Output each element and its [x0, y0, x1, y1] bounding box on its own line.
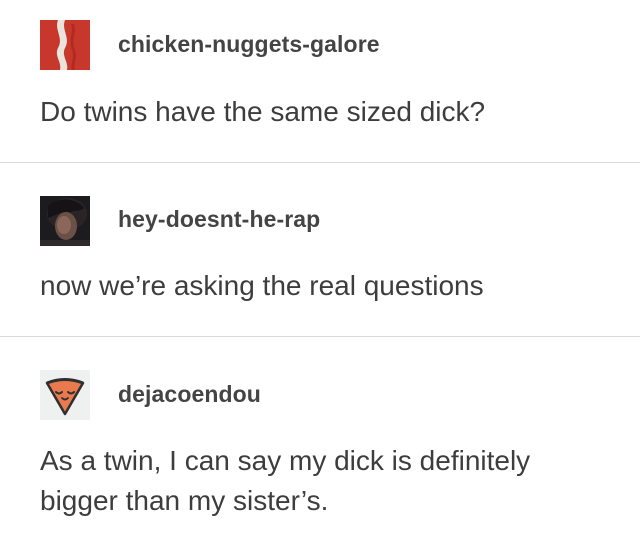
- post-text: As a twin, I can say my dick is definite…: [40, 445, 531, 516]
- post-text: now we’re asking the real questions: [40, 270, 484, 301]
- post-dejacoendou: dejacoendou As a twin, I can say my dick…: [0, 337, 640, 542]
- reblog-thread: chicken-nuggets-galore Do twins have the…: [0, 0, 640, 542]
- post-hey-doesnt-he-rap: hey-doesnt-he-rap now we’re asking the r…: [0, 163, 640, 336]
- red-bacon-avatar-icon[interactable]: [40, 20, 90, 70]
- dark-photo-avatar-icon[interactable]: [40, 196, 90, 246]
- username[interactable]: dejacoendou: [118, 380, 261, 408]
- pizza-slice-avatar-icon[interactable]: [40, 370, 90, 420]
- username[interactable]: chicken-nuggets-galore: [118, 30, 380, 58]
- post-chicken-nuggets-galore: chicken-nuggets-galore Do twins have the…: [0, 0, 640, 162]
- username[interactable]: hey-doesnt-he-rap: [118, 205, 320, 233]
- post-text: Do twins have the same sized dick?: [40, 96, 486, 127]
